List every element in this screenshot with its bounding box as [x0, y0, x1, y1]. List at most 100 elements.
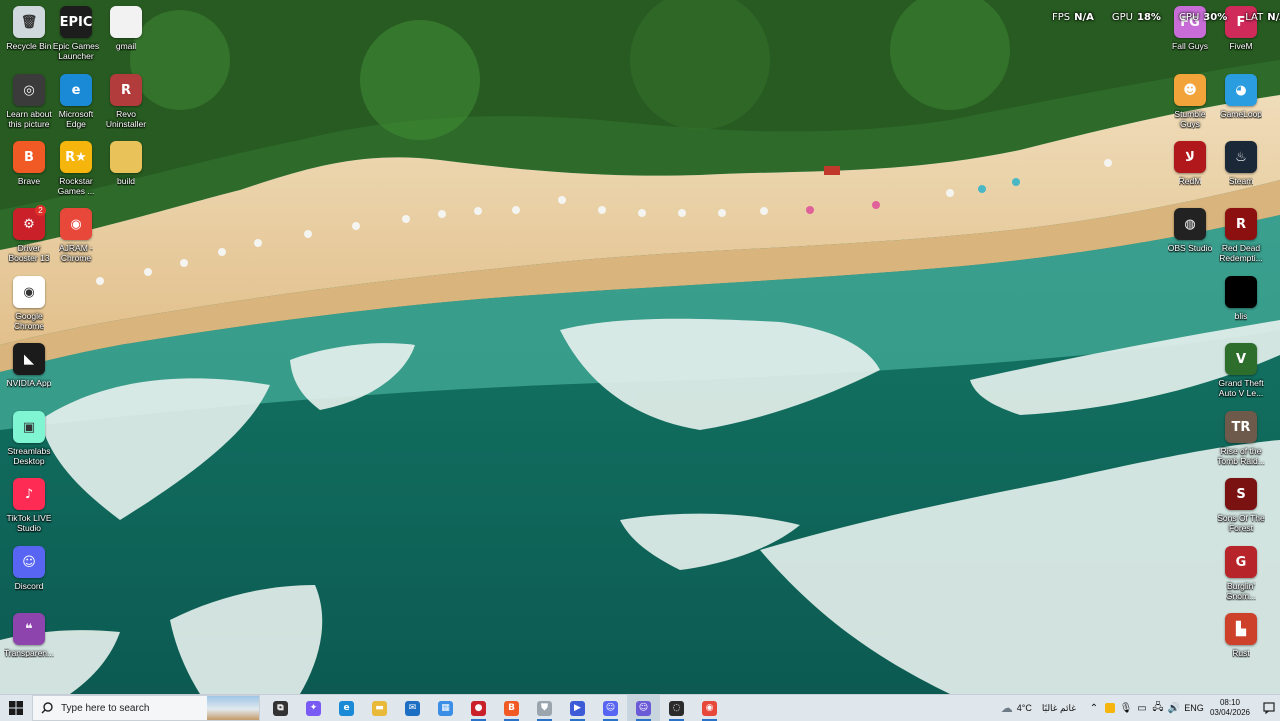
taskbar-media-player-button[interactable]: ▶: [561, 695, 594, 721]
desktop-icon-label: Transparen...: [3, 648, 55, 658]
discord-ptb-icon: ☺: [636, 700, 651, 716]
media-player-icon: ▶: [570, 700, 585, 716]
microphone-icon[interactable]: 🎙: [1118, 695, 1134, 721]
recycle-bin-icon: 🗑: [13, 6, 45, 38]
desktop-icon-label: NVIDIA App: [6, 378, 52, 388]
gpu-readout: GPU 18%: [1111, 12, 1161, 23]
desktop-icon-label: AJRAM - Chrome: [59, 243, 93, 263]
taskbar-file-explorer-button[interactable]: ▬: [363, 695, 396, 721]
clock[interactable]: 08:10 03/04/2026: [1210, 698, 1250, 718]
desktop-icon-sons-of-the-forest[interactable]: S Sons Of The Forest: [1212, 478, 1270, 533]
taskbar-steam-helper-button[interactable]: ◌: [660, 695, 693, 721]
desktop-icon-nvidia[interactable]: ◣ NVIDIA App: [0, 343, 58, 388]
desktop-icon-label: Revo Uninstaller: [105, 109, 147, 129]
desktop-icon-label: Rockstar Games ...: [57, 176, 95, 196]
steam-helper-icon: ◌: [669, 700, 684, 716]
discord-icon: ☺: [603, 700, 618, 716]
desktop-icon-tomb-raider[interactable]: TR Rise of the Tomb Raid...: [1212, 411, 1270, 466]
taskbar-chrome-button[interactable]: ◉: [693, 695, 726, 721]
brave-icon: B: [504, 700, 519, 716]
desktop-icon-label: build: [117, 176, 135, 186]
desktop-icon-rust[interactable]: ▙ Rust: [1212, 613, 1270, 658]
taskbar-edge-button[interactable]: e: [330, 695, 363, 721]
desktop-icon-label: OBS Studio: [1167, 243, 1213, 253]
desktop-icon-folder[interactable]: build: [97, 141, 155, 186]
notification-icon: [1263, 702, 1275, 714]
windows-logo-icon: [9, 701, 23, 715]
desktop-icon-label: GameLoop: [1219, 109, 1263, 119]
desktop-icon-chrome[interactable]: ◉ Google Chrome: [0, 276, 58, 331]
copilot-icon: ✦: [306, 700, 321, 716]
notification-center-button[interactable]: [1258, 695, 1280, 721]
desktop-icon-streamlabs[interactable]: ▣ Streamlabs Desktop: [0, 411, 58, 466]
desktop-icon-obs[interactable]: ◍ OBS Studio: [1161, 208, 1219, 253]
search-highlight-image: [207, 696, 259, 720]
weather-temperature: 4°C: [1016, 703, 1032, 713]
desktop-icon-redm[interactable]: ﻻ RedM: [1161, 141, 1219, 186]
edge-icon: e: [60, 74, 92, 106]
pinned-apps: ⧉ ✦ e ▬ ✉ ▦ ● B ⛊ ▶ ☺ ☺ ◌ ◉: [264, 695, 726, 721]
revo-uninstaller-icon: R: [110, 74, 142, 106]
display-icon[interactable]: ▭: [1134, 695, 1150, 721]
desktop-icon-label: Recycle Bin: [6, 41, 52, 51]
streamlabs-icon: ▣: [13, 411, 45, 443]
transparent-chat-icon: ❝: [13, 613, 45, 645]
desktop-icon-red-dead[interactable]: R Red Dead Redempti...: [1212, 208, 1270, 263]
desktop-icon-label: Google Chrome: [13, 311, 45, 331]
taskbar-search-box[interactable]: Type here to search: [32, 695, 260, 721]
desktop-icon-label: TikTok LIVE Studio: [6, 513, 52, 533]
tray-app-icon[interactable]: [1102, 695, 1118, 721]
desktop-icon-label: Fall Guys: [1172, 41, 1208, 51]
redm-icon: ﻻ: [1174, 141, 1206, 173]
edge-icon: e: [339, 700, 354, 716]
chrome-icon: ◉: [702, 700, 717, 716]
desktop-icon-burglin-gnomes[interactable]: G Burglin' Gnom...: [1212, 546, 1270, 601]
microsoft-store-icon: ▦: [438, 700, 453, 716]
desktop-icon-label: Learn about this picture: [6, 109, 52, 129]
taskbar-brave-button[interactable]: B: [495, 695, 528, 721]
desktop-icon-label: Discord: [14, 581, 44, 591]
show-hidden-icons-chevron-icon[interactable]: ⌃: [1086, 695, 1102, 721]
tiktok-icon: ♪: [13, 478, 45, 510]
desktop-icon-label: Brave: [17, 176, 41, 186]
desktop-icon-chrome-profile[interactable]: ◉ AJRAM - Chrome: [47, 208, 105, 263]
taskbar-microsoft-store-button[interactable]: ▦: [429, 695, 462, 721]
desktop-icon-label: Rise of the Tomb Raid...: [1217, 446, 1265, 466]
desktop-icon-label: Sons Of The Forest: [1217, 513, 1265, 533]
language-indicator[interactable]: ENG: [1182, 695, 1206, 721]
nvidia-icon: ◣: [13, 343, 45, 375]
network-icon[interactable]: 🖧: [1150, 695, 1166, 721]
chrome-icon: ◉: [13, 276, 45, 308]
desktop-icon-label: Epic Games Launcher: [52, 41, 100, 61]
desktop-icon-label: Stumble Guys: [1174, 109, 1206, 129]
desktop-icon-gta-v[interactable]: V Grand Theft Auto V Le...: [1212, 343, 1270, 398]
taskbar-task-view-button[interactable]: ⧉: [264, 695, 297, 721]
taskbar-mail-button[interactable]: ✉: [396, 695, 429, 721]
desktop-icon-text-file[interactable]: gmail: [97, 6, 155, 51]
taskbar-vpn-shield-button[interactable]: ⛊: [528, 695, 561, 721]
desktop-icon-gameloop[interactable]: ◕ GameLoop: [1212, 74, 1270, 119]
spotlight-icon: ◎: [13, 74, 45, 106]
taskbar-copilot-button[interactable]: ✦: [297, 695, 330, 721]
volume-icon[interactable]: 🔊: [1166, 695, 1182, 721]
desktop-icon-label: Red Dead Redempti...: [1219, 243, 1263, 263]
weather-widget[interactable]: ☁ 4°C غائم غالبًا: [1001, 701, 1076, 715]
desktop-icon-label: Burglin' Gnom...: [1225, 581, 1257, 601]
steam-icon: ♨: [1225, 141, 1257, 173]
taskbar-discord-button[interactable]: ☺: [594, 695, 627, 721]
desktop-icon-steam[interactable]: ♨ Steam: [1212, 141, 1270, 186]
desktop-icon-stumble-guys[interactable]: ☻ Stumble Guys: [1161, 74, 1219, 129]
performance-overlay: FPSN/A GPU18% CPU30% LATN/A: [1052, 12, 1280, 26]
desktop-icon-tiktok[interactable]: ♪ TikTok LIVE Studio: [0, 478, 58, 533]
desktop-icon-revo-uninstaller[interactable]: R Revo Uninstaller: [97, 74, 155, 129]
latency-readout: LATN/A: [1245, 12, 1280, 23]
desktop-icon-discord[interactable]: ☺ Discord: [0, 546, 58, 591]
taskbar-recording-button[interactable]: ●: [462, 695, 495, 721]
taskbar-discord-ptb-button[interactable]: ☺: [627, 695, 660, 721]
desktop-icon-transparent-chat[interactable]: ❝ Transparen...: [0, 613, 58, 658]
start-button[interactable]: [0, 695, 32, 721]
desktop-icon-blis[interactable]: blis: [1212, 276, 1270, 321]
tomb-raider-icon: TR: [1225, 411, 1257, 443]
clock-time: 08:10: [1219, 698, 1240, 707]
text-file-icon: [110, 6, 142, 38]
